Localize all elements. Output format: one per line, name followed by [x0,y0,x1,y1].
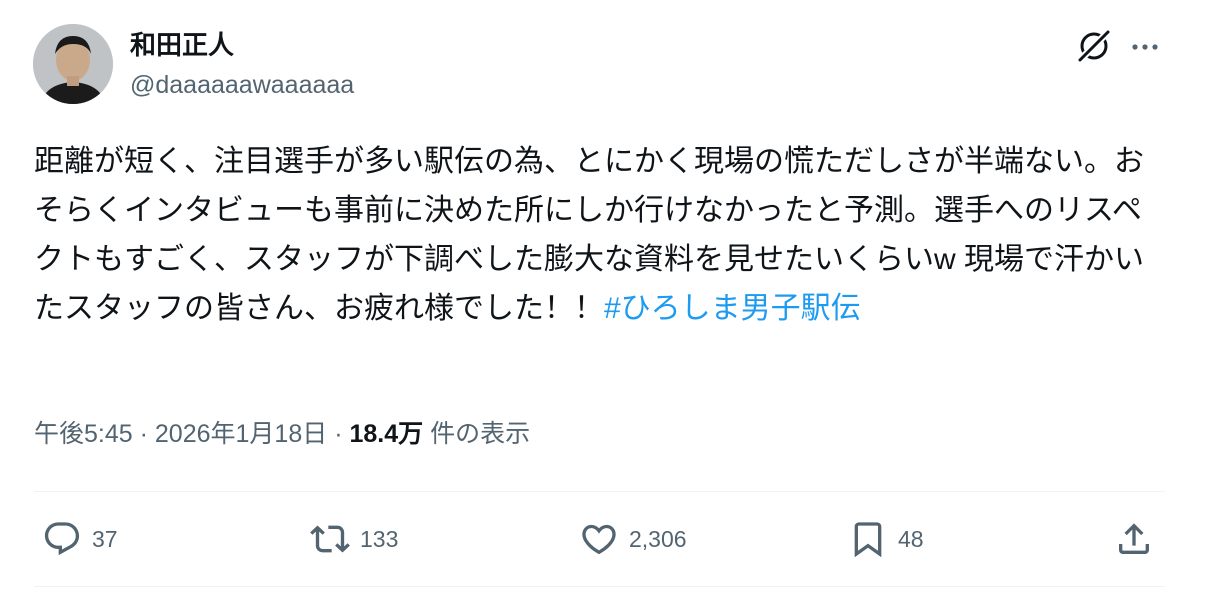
tweet-text: 距離が短く、注目選手が多い駅伝の為、とにかく現場の慌ただしさが半端ない。おそらく… [34,137,1169,333]
hashtag-link[interactable]: #ひろしま男子駅伝 [604,292,861,325]
bookmark-count: 48 [898,526,924,552]
share-icon [1119,523,1149,554]
avatar-image [33,24,113,104]
share-button[interactable] [1114,517,1154,561]
tweet-card: 和田正人 @daaaaaawaaaaaa 距離が短く、注目選手が多い駅伝の為、と… [0,0,1209,595]
reply-button[interactable]: 37 [42,517,118,561]
reply-icon [44,522,80,556]
user-handle[interactable]: @daaaaaawaaaaaa [130,68,354,102]
view-label: 件の表示 [430,420,531,448]
divider-bottom [34,586,1165,587]
like-button[interactable]: 2,306 [579,517,687,561]
like-count: 2,306 [629,526,687,552]
retweet-count: 133 [360,526,399,552]
more-dots-icon[interactable] [1128,30,1162,64]
tweet-meta: 午後5:45 · 2026年1月18日 · 18.4万 件の表示 [34,414,530,454]
reply-count: 37 [92,526,118,552]
meta-separator: · [334,420,343,448]
tweet-time[interactable]: 午後5:45 [34,420,133,448]
bookmark-icon [854,522,882,558]
divider-top [34,491,1165,492]
bookmark-button[interactable]: 48 [848,517,924,561]
avatar[interactable] [33,24,113,104]
retweet-button[interactable]: 133 [310,517,398,561]
view-count: 18.4万 [349,420,424,448]
grok-icon[interactable] [1074,26,1114,66]
tweet-body: 距離が短く、注目選手が多い駅伝の為、とにかく現場の慌ただしさが半端ない。おそらく… [34,145,1144,325]
display-name[interactable]: 和田正人 [130,28,234,62]
meta-separator: · [139,420,148,448]
tweet-date[interactable]: 2026年1月18日 [155,420,327,448]
retweet-icon [310,525,350,553]
heart-icon [582,524,616,555]
